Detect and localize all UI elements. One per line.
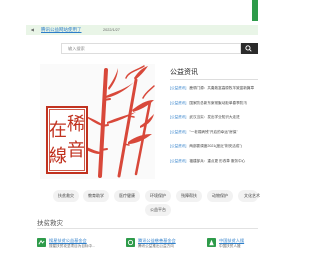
search-box bbox=[61, 43, 241, 54]
category-tags: 扶贫救灾 教育助学 医疗健康 环境保护 残障帮扶 动物保护 文化艺术 公益平台 bbox=[48, 188, 260, 218]
news-item[interactable]: [公益资讯] "一老弱病残"开启的幸运"房保" bbox=[170, 128, 258, 143]
top-header bbox=[0, 0, 258, 21]
news-item[interactable]: [公益资讯] 国家防总新东案常聚动拒单春季防汛 bbox=[170, 99, 258, 114]
news-item-text[interactable]: 鹿嶺门源：共奏致富高原牧羊致富新篇章 bbox=[189, 86, 254, 90]
notice-link[interactable]: 腾讯公益网站使用了 bbox=[41, 27, 82, 33]
org-logo-icon bbox=[126, 238, 135, 247]
news-item-tag[interactable]: [公益资讯] bbox=[170, 144, 186, 148]
news-item-text[interactable]: 武汉当实：发出学业知识大走进 bbox=[189, 115, 239, 119]
seal-char-1: 稀 bbox=[67, 114, 85, 135]
category-tag-animal[interactable]: 动物保护 bbox=[207, 190, 233, 202]
category-tag-environment[interactable]: 环境保护 bbox=[145, 190, 171, 202]
news-item-tag[interactable]: [公益资讯] bbox=[170, 115, 186, 119]
news-item-text[interactable]: 福建部兵：重点更 形改革 服务中心 bbox=[189, 159, 245, 163]
org-logo-icon bbox=[37, 238, 46, 247]
org-desc: 搜星扶贫攻坚项目为目标中... bbox=[49, 244, 96, 248]
org-card[interactable]: 中国扶贫人援 中国扶贫人援 bbox=[207, 236, 258, 258]
notice-bar: 腾讯公益网站使用了 2022/1/27 bbox=[26, 25, 258, 35]
category-tag-poverty-relief[interactable]: 扶贫救灾 bbox=[53, 190, 79, 202]
category-tag-education[interactable]: 教育助学 bbox=[83, 190, 109, 202]
category-tag-disability[interactable]: 残障帮扶 bbox=[176, 190, 202, 202]
section-divider bbox=[37, 228, 258, 229]
news-item[interactable]: [公益资讯] 鹿嶺门源：共奏致富高原牧羊致富新篇章 bbox=[170, 84, 258, 99]
org-card[interactable]: 搜星扶贫公益基金会 搜星扶贫攻坚项目为目标中... bbox=[37, 236, 117, 258]
bamboo-seal-illustration: 稀 音 在 線 bbox=[46, 65, 155, 178]
banner-image[interactable]: 稀 音 在 線 bbox=[40, 64, 155, 179]
seal-char-3: 在 bbox=[49, 120, 67, 141]
news-item-text[interactable]: "一老弱病残"开启的幸运"房保" bbox=[189, 130, 237, 134]
news-list: [公益资讯] 鹿嶺门源：共奏致富高原牧羊致富新篇章 [公益资讯] 国家防总新东案常聚… bbox=[170, 84, 258, 171]
news-item[interactable]: [公益资讯] 福建部兵：重点更 形改革 服务中心 bbox=[170, 157, 258, 172]
news-item[interactable]: [公益资讯] 两部委调度2021(度近"荆安活成") bbox=[170, 142, 258, 157]
news-item-tag[interactable]: [公益资讯] bbox=[170, 86, 186, 90]
category-tag-culture[interactable]: 文化艺术 bbox=[238, 190, 260, 202]
org-desc: 中国扶贫人援 bbox=[219, 244, 241, 248]
notice-date: 2022/1/27 bbox=[103, 27, 120, 32]
search-button[interactable] bbox=[241, 43, 258, 54]
seal-char-2: 音 bbox=[67, 140, 85, 161]
news-item-text[interactable]: 两部委调度2021(度近"荆安活成") bbox=[189, 144, 241, 148]
section-title: 扶贫救灾 bbox=[37, 220, 63, 227]
org-logo-icon bbox=[207, 238, 216, 247]
search-input[interactable] bbox=[62, 44, 240, 53]
news-item-tag[interactable]: [公益资讯] bbox=[170, 130, 186, 134]
news-item-text[interactable]: 国家防总新东案常聚动拒单春季防汛 bbox=[189, 101, 247, 105]
org-card[interactable]: 腾讯公益慈善基金会 腾讯公益推出公益方向 bbox=[126, 236, 206, 258]
news-item-tag[interactable]: [公益资讯] bbox=[170, 159, 186, 163]
category-tag-healthcare[interactable]: 医疗健康 bbox=[114, 190, 140, 202]
news-item[interactable]: [公益资讯] 武汉当实：发出学业知识大走进 bbox=[170, 113, 258, 128]
search-icon bbox=[245, 45, 252, 52]
category-tag-platform[interactable]: 公益平台 bbox=[145, 204, 171, 216]
seal-char-4: 線 bbox=[49, 146, 67, 167]
news-title: 公益资讯 bbox=[170, 69, 198, 76]
org-desc: 腾讯公益推出公益方向 bbox=[138, 244, 174, 248]
news-header: 公益资讯 bbox=[170, 66, 258, 80]
news-item-tag[interactable]: [公益资讯] bbox=[170, 101, 186, 105]
header-accent-strip bbox=[252, 0, 258, 21]
speaker-icon bbox=[31, 28, 34, 32]
